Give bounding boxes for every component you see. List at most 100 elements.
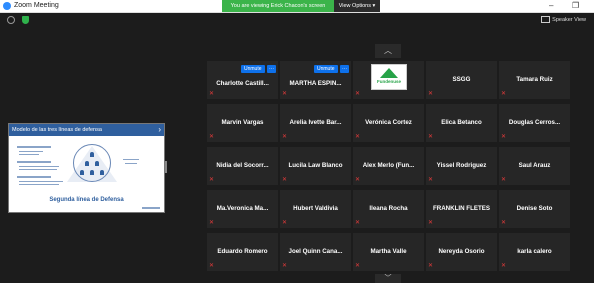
participant-name: Arelia Ivette Bar...: [289, 119, 342, 126]
participant-name: Ma.Veronica Ma...: [216, 205, 269, 212]
participant-name: Douglas Cerros...: [508, 119, 561, 126]
slide-text-line: [19, 169, 57, 170]
mic-muted-icon: ✕: [428, 263, 434, 269]
meeting-top-bar: Speaker View: [0, 13, 594, 29]
chevron-down-icon: ▾: [372, 3, 376, 9]
window-title: Zoom Meeting: [14, 2, 59, 9]
participant-name: FRANKLIN FLETES: [432, 205, 491, 212]
info-icon[interactable]: [7, 16, 15, 24]
shield-icon[interactable]: [22, 16, 29, 24]
mic-muted-icon: ✕: [209, 263, 215, 269]
slide-text-line: [123, 159, 139, 160]
slide-brand-logo: [142, 207, 160, 209]
participant-tile[interactable]: karla calero ✕: [499, 233, 570, 271]
mic-muted-icon: ✕: [501, 263, 507, 269]
person-icon: [85, 161, 89, 166]
person-icon: [80, 170, 84, 175]
participant-name: Verónica Cortez: [365, 119, 412, 126]
mic-muted-icon: ✕: [355, 263, 361, 269]
fundenuse-logo: Fundenuse: [371, 64, 407, 90]
participant-tile[interactable]: Tamara Ruiz ✕: [499, 61, 570, 99]
speaker-view-icon: [541, 16, 551, 24]
slide-text-line: [17, 176, 51, 178]
participant-name: Charlotte Castill...: [216, 80, 269, 87]
logo-text: Fundenuse: [376, 79, 401, 84]
participant-name: karla calero: [517, 248, 552, 255]
person-icon: [90, 152, 94, 157]
participant-tile[interactable]: Hubert Valdivia ✕: [280, 190, 351, 228]
scroll-down-button[interactable]: ﹀: [375, 274, 401, 283]
slide-text-line: [17, 161, 51, 163]
slide-text-line: [125, 163, 137, 164]
participant-name: Ileana Rocha: [369, 205, 408, 212]
mic-muted-icon: ✕: [282, 91, 288, 97]
screen-share-banner: You are viewing Erick Chacon's screen: [222, 0, 334, 12]
participant-tile[interactable]: Ma.Veronica Ma... ✕: [207, 190, 278, 228]
participant-tile[interactable]: Alex Merlo (Fun... ✕: [353, 147, 424, 185]
speaker-view-button[interactable]: Speaker View: [541, 16, 586, 24]
participant-name: Elica Betanco: [441, 119, 482, 126]
mic-muted-icon: ✕: [209, 134, 215, 140]
zoom-app-icon: [3, 2, 11, 10]
participant-name: Saul Arauz: [518, 162, 551, 169]
mic-muted-icon: ✕: [501, 91, 507, 97]
participant-tile[interactable]: Yissel Rodriguez ✕: [426, 147, 497, 185]
participant-tile[interactable]: Marvin Vargas ✕: [207, 104, 278, 142]
participant-tile[interactable]: Unmute ··· Charlotte Castill... ✕: [207, 61, 278, 99]
participant-tile[interactable]: Arelia Ivette Bar... ✕: [280, 104, 351, 142]
mic-muted-icon: ✕: [282, 177, 288, 183]
mic-muted-icon: ✕: [501, 220, 507, 226]
view-options-button[interactable]: View Options ▾: [334, 0, 380, 12]
participant-tile[interactable]: Fundenuse ✕: [353, 61, 424, 99]
resize-handle[interactable]: [165, 161, 167, 173]
participant-tile[interactable]: Nereyda Osorio ✕: [426, 233, 497, 271]
mic-muted-icon: ✕: [355, 220, 361, 226]
participant-tile[interactable]: Denise Soto ✕: [499, 190, 570, 228]
participant-tile[interactable]: FRANKLIN FLETES ✕: [426, 190, 497, 228]
maximize-button[interactable]: ❐: [572, 1, 579, 11]
participant-name: MARTHA ESPIN...: [289, 80, 342, 87]
participant-tile[interactable]: Nidia del Socorr... ✕: [207, 147, 278, 185]
participant-name: Nereyda Osorio: [438, 248, 485, 255]
slide-text-line: [19, 151, 43, 152]
participant-tile[interactable]: Douglas Cerros... ✕: [499, 104, 570, 142]
slide-header: Modelo de las tres líneas de defensa ›: [9, 124, 164, 136]
mic-muted-icon: ✕: [282, 134, 288, 140]
minimize-button[interactable]: –: [549, 1, 553, 11]
chevron-down-icon: ﹀: [384, 275, 392, 282]
participant-name: Yissel Rodriguez: [436, 162, 487, 169]
mic-muted-icon: ✕: [501, 177, 507, 183]
participant-tile[interactable]: Elica Betanco ✕: [426, 104, 497, 142]
mic-muted-icon: ✕: [282, 220, 288, 226]
participant-tile[interactable]: Unmute ··· MARTHA ESPIN... ✕: [280, 61, 351, 99]
mic-muted-icon: ✕: [428, 91, 434, 97]
mic-muted-icon: ✕: [209, 177, 215, 183]
participant-name: Alex Merlo (Fun...: [362, 162, 415, 169]
participant-tile[interactable]: Saul Arauz ✕: [499, 147, 570, 185]
participant-tile[interactable]: Lucila Law Blanco ✕: [280, 147, 351, 185]
chevron-right-icon: ›: [158, 125, 161, 134]
scroll-up-button[interactable]: ︿: [375, 44, 401, 58]
view-options-label: View Options: [338, 3, 371, 9]
participant-name: Nidia del Socorr...: [216, 162, 269, 169]
participant-tile[interactable]: Ileana Rocha ✕: [353, 190, 424, 228]
person-icon: [90, 170, 94, 175]
participant-tile[interactable]: Martha Valle ✕: [353, 233, 424, 271]
participant-tile[interactable]: Joel Quinn Cana... ✕: [280, 233, 351, 271]
mic-muted-icon: ✕: [355, 91, 361, 97]
participant-tile[interactable]: SSGG ✕: [426, 61, 497, 99]
participant-name: Lucila Law Blanco: [288, 162, 343, 169]
participant-name: Joel Quinn Cana...: [288, 248, 343, 255]
slide-circle-diagram: [73, 144, 111, 182]
participant-tile[interactable]: Eduardo Romero ✕: [207, 233, 278, 271]
participant-name: Marvin Vargas: [221, 119, 264, 126]
mic-muted-icon: ✕: [209, 220, 215, 226]
shared-screen-thumbnail[interactable]: Modelo de las tres líneas de defensa › S…: [8, 123, 165, 213]
mic-muted-icon: ✕: [355, 134, 361, 140]
speaker-view-label: Speaker View: [552, 17, 586, 23]
person-icon: [95, 161, 99, 166]
mic-muted-icon: ✕: [355, 177, 361, 183]
participant-tile[interactable]: Verónica Cortez ✕: [353, 104, 424, 142]
slide-text-line: [17, 146, 51, 148]
mic-muted-icon: ✕: [209, 91, 215, 97]
